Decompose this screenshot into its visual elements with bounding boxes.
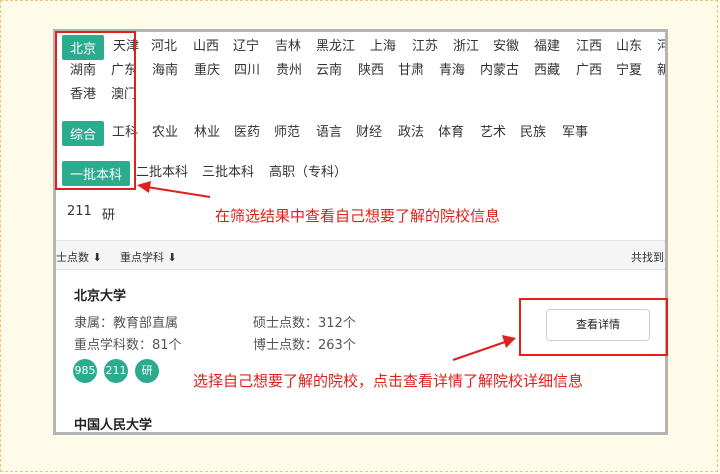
province-option-14[interactable]: 河 [657, 35, 665, 54]
province-option-row2-3[interactable]: 重庆 [194, 59, 220, 78]
province-option-row2-13[interactable]: 宁夏 [616, 59, 642, 78]
badge-211: 211 [104, 359, 128, 383]
school-type-option-4[interactable]: 医药 [234, 121, 260, 140]
school-type-option-12[interactable]: 军事 [562, 121, 588, 140]
province-option-row2-10[interactable]: 内蒙古 [480, 59, 519, 78]
feature-option-0[interactable]: 211 [67, 204, 92, 219]
province-option-5[interactable]: 吉林 [275, 35, 301, 54]
filter-annotation: 在筛选结果中查看自己想要了解的院校信息 [215, 207, 501, 225]
school-type-option-3[interactable]: 林业 [194, 121, 220, 140]
badge-985: 985 [73, 359, 97, 383]
school-level-option-3[interactable]: 高职（专科） [269, 161, 347, 180]
school-level-option-2[interactable]: 三批本科 [202, 161, 254, 180]
province-option-row2-8[interactable]: 甘肃 [398, 59, 424, 78]
province-option-2[interactable]: 河北 [151, 35, 177, 54]
school-level-option-1[interactable]: 二批本科 [136, 161, 188, 180]
province-option-row2-4[interactable]: 四川 [234, 59, 260, 78]
province-option-row2-6[interactable]: 云南 [316, 59, 342, 78]
school-type-option-2[interactable]: 农业 [152, 121, 178, 140]
province-option-7[interactable]: 上海 [370, 35, 396, 54]
province-option-row2-12[interactable]: 广西 [576, 59, 602, 78]
select-annotation: 选择自己想要了解的院校，点击查看详情了解院校详细信息 [193, 372, 584, 390]
school-type-option-10[interactable]: 艺术 [480, 121, 506, 140]
sort-masters[interactable]: 士点数 ⬇ [56, 249, 102, 265]
university-affiliation: 隶属：教育部直属 [74, 316, 179, 331]
filter-highlight-box [55, 31, 136, 190]
province-option-row2-2[interactable]: 海南 [152, 59, 178, 78]
university-masters: 硕士点数：312个 [253, 316, 356, 331]
province-option-row2-14[interactable]: 新 [657, 59, 665, 78]
feature-option-1[interactable]: 研 [102, 204, 115, 223]
badge-graduate: 研 [135, 359, 159, 383]
province-option-row2-5[interactable]: 贵州 [276, 59, 302, 78]
school-type-option-7[interactable]: 财经 [356, 121, 382, 140]
province-option-12[interactable]: 江西 [576, 35, 602, 54]
province-option-row2-7[interactable]: 陕西 [358, 59, 384, 78]
sort-bar: 士点数 ⬇ 重点学科 ⬇ 共找到3 [56, 240, 668, 270]
province-option-3[interactable]: 山西 [193, 35, 219, 54]
province-option-6[interactable]: 黑龙江 [316, 35, 355, 54]
province-option-row2-11[interactable]: 西藏 [534, 59, 560, 78]
result-count: 共找到3 [631, 251, 668, 264]
province-option-9[interactable]: 浙江 [453, 35, 479, 54]
school-type-option-5[interactable]: 师范 [274, 121, 300, 140]
province-option-13[interactable]: 山东 [616, 35, 642, 54]
province-option-8[interactable]: 江苏 [412, 35, 438, 54]
university-key-subjects: 重点学科数：81个 [74, 338, 182, 353]
school-type-option-9[interactable]: 体育 [438, 121, 464, 140]
province-option-4[interactable]: 辽宁 [233, 35, 259, 54]
school-type-option-6[interactable]: 语言 [316, 121, 342, 140]
school-type-option-11[interactable]: 民族 [520, 121, 546, 140]
university-doctors: 博士点数：263个 [253, 338, 356, 353]
province-option-row2-9[interactable]: 青海 [439, 59, 465, 78]
detail-highlight-box [519, 298, 668, 356]
province-option-11[interactable]: 福建 [534, 35, 560, 54]
province-option-10[interactable]: 安徽 [493, 35, 519, 54]
university-name-2[interactable]: 中国人民大学 [74, 414, 152, 432]
sort-key-subjects[interactable]: 重点学科 ⬇ [120, 249, 177, 265]
university-name[interactable]: 北京大学 [74, 285, 126, 304]
school-type-option-8[interactable]: 政法 [398, 121, 424, 140]
